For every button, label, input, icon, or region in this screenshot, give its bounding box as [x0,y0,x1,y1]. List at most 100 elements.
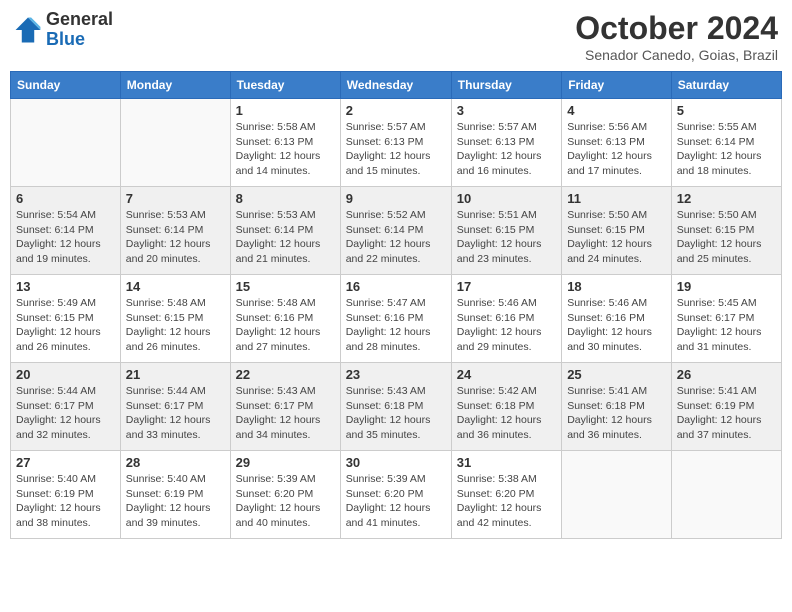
calendar-day-header: Wednesday [340,72,451,99]
calendar-day-cell: 26 Sunrise: 5:41 AMSunset: 6:19 PMDayligh… [671,363,781,451]
day-info: Sunrise: 5:41 AMSunset: 6:19 PMDaylight:… [677,384,776,443]
calendar-day-cell: 1Sunrise: 5:58 AMSunset: 6:13 PMDaylight… [230,99,340,187]
calendar-day-cell: 3 Sunrise: 5:57 AMSunset: 6:13 PMDaylight… [451,99,561,187]
day-info: Sunrise: 5:47 AMSunset: 6:16 PMDaylight:… [346,296,446,355]
day-number: 14 [126,279,225,294]
day-number: 3 [457,103,556,118]
calendar-day-cell: 17Sunrise: 5:46 AMSunset: 6:16 PMDayligh… [451,275,561,363]
calendar-day-cell: 12 Sunrise: 5:50 AMSunset: 6:15 PMDayligh… [671,187,781,275]
calendar-day-cell [120,99,230,187]
calendar-day-cell: 8Sunrise: 5:53 AMSunset: 6:14 PMDaylight… [230,187,340,275]
day-number: 20 [16,367,115,382]
calendar-day-cell: 25 Sunrise: 5:41 AMSunset: 6:18 PMDayligh… [562,363,672,451]
calendar-day-header: Tuesday [230,72,340,99]
calendar-day-cell: 13Sunrise: 5:49 AMSunset: 6:15 PMDayligh… [11,275,121,363]
calendar-day-cell [562,451,672,539]
day-number: 15 [236,279,335,294]
day-info: Sunrise: 5:42 AMSunset: 6:18 PMDaylight:… [457,384,556,443]
calendar-day-cell: 5 Sunrise: 5:55 AMSunset: 6:14 PMDaylight… [671,99,781,187]
calendar-day-cell: 31Sunrise: 5:38 AMSunset: 6:20 PMDayligh… [451,451,561,539]
calendar-day-cell: 14 Sunrise: 5:48 AMSunset: 6:15 PMDayligh… [120,275,230,363]
calendar-day-cell: 24 Sunrise: 5:42 AMSunset: 6:18 PMDayligh… [451,363,561,451]
day-info: Sunrise: 5:53 AMSunset: 6:14 PMDaylight:… [236,208,335,267]
calendar-day-cell [11,99,121,187]
day-number: 19 [677,279,776,294]
title-block: October 2024 Senador Canedo, Goias, Braz… [575,10,778,63]
logo: General Blue [14,10,113,50]
calendar-day-cell: 7 Sunrise: 5:53 AMSunset: 6:14 PMDaylight… [120,187,230,275]
day-info: Sunrise: 5:48 AMSunset: 6:16 PMDaylight:… [236,296,335,355]
calendar-day-cell: 27Sunrise: 5:40 AMSunset: 6:19 PMDayligh… [11,451,121,539]
calendar-day-cell: 21 Sunrise: 5:44 AMSunset: 6:17 PMDayligh… [120,363,230,451]
day-number: 10 [457,191,556,206]
day-number: 2 [346,103,446,118]
day-info: Sunrise: 5:50 AMSunset: 6:15 PMDaylight:… [567,208,666,267]
day-info: Sunrise: 5:39 AMSunset: 6:20 PMDaylight:… [346,472,446,531]
calendar-day-cell: 19 Sunrise: 5:45 AMSunset: 6:17 PMDayligh… [671,275,781,363]
day-info: Sunrise: 5:50 AMSunset: 6:15 PMDaylight:… [677,208,776,267]
calendar-week-row: 13Sunrise: 5:49 AMSunset: 6:15 PMDayligh… [11,275,782,363]
calendar-table: SundayMondayTuesdayWednesdayThursdayFrid… [10,71,782,539]
calendar-day-cell: 10 Sunrise: 5:51 AMSunset: 6:15 PMDayligh… [451,187,561,275]
day-info: Sunrise: 5:48 AMSunset: 6:15 PMDaylight:… [126,296,225,355]
day-number: 29 [236,455,335,470]
calendar-week-row: 6 Sunrise: 5:54 AMSunset: 6:14 PMDaylight… [11,187,782,275]
day-info: Sunrise: 5:44 AMSunset: 6:17 PMDaylight:… [126,384,225,443]
day-number: 21 [126,367,225,382]
calendar-day-cell: 30 Sunrise: 5:39 AMSunset: 6:20 PMDayligh… [340,451,451,539]
day-number: 6 [16,191,115,206]
calendar-day-header: Thursday [451,72,561,99]
day-number: 31 [457,455,556,470]
day-number: 16 [346,279,446,294]
day-info: Sunrise: 5:44 AMSunset: 6:17 PMDaylight:… [16,384,115,443]
calendar-day-cell: 16 Sunrise: 5:47 AMSunset: 6:16 PMDayligh… [340,275,451,363]
calendar-day-header: Friday [562,72,672,99]
day-info: Sunrise: 5:46 AMSunset: 6:16 PMDaylight:… [567,296,666,355]
day-number: 26 [677,367,776,382]
calendar-day-cell: 22 Sunrise: 5:43 AMSunset: 6:17 PMDayligh… [230,363,340,451]
month-title: October 2024 [575,10,778,47]
day-number: 12 [677,191,776,206]
day-number: 30 [346,455,446,470]
logo-general-text: General [46,9,113,29]
day-number: 24 [457,367,556,382]
calendar-day-cell: 23 Sunrise: 5:43 AMSunset: 6:18 PMDayligh… [340,363,451,451]
day-info: Sunrise: 5:55 AMSunset: 6:14 PMDaylight:… [677,120,776,179]
calendar-day-cell: 11 Sunrise: 5:50 AMSunset: 6:15 PMDayligh… [562,187,672,275]
calendar-body: 1Sunrise: 5:58 AMSunset: 6:13 PMDaylight… [11,99,782,539]
day-info: Sunrise: 5:45 AMSunset: 6:17 PMDaylight:… [677,296,776,355]
day-info: Sunrise: 5:51 AMSunset: 6:15 PMDaylight:… [457,208,556,267]
calendar-day-cell: 28Sunrise: 5:40 AMSunset: 6:19 PMDayligh… [120,451,230,539]
calendar-day-cell: 4Sunrise: 5:56 AMSunset: 6:13 PMDaylight… [562,99,672,187]
day-number: 11 [567,191,666,206]
day-number: 27 [16,455,115,470]
day-number: 28 [126,455,225,470]
day-number: 23 [346,367,446,382]
day-info: Sunrise: 5:39 AMSunset: 6:20 PMDaylight:… [236,472,335,531]
day-info: Sunrise: 5:46 AMSunset: 6:16 PMDaylight:… [457,296,556,355]
day-number: 25 [567,367,666,382]
day-number: 5 [677,103,776,118]
day-info: Sunrise: 5:53 AMSunset: 6:14 PMDaylight:… [126,208,225,267]
day-info: Sunrise: 5:43 AMSunset: 6:18 PMDaylight:… [346,384,446,443]
day-info: Sunrise: 5:43 AMSunset: 6:17 PMDaylight:… [236,384,335,443]
calendar-week-row: 1Sunrise: 5:58 AMSunset: 6:13 PMDaylight… [11,99,782,187]
day-number: 4 [567,103,666,118]
day-number: 22 [236,367,335,382]
day-info: Sunrise: 5:54 AMSunset: 6:14 PMDaylight:… [16,208,115,267]
logo-blue-text: Blue [46,29,85,49]
day-number: 18 [567,279,666,294]
logo-icon [14,16,42,44]
day-info: Sunrise: 5:57 AMSunset: 6:13 PMDaylight:… [457,120,556,179]
day-info: Sunrise: 5:41 AMSunset: 6:18 PMDaylight:… [567,384,666,443]
day-number: 1 [236,103,335,118]
calendar-day-header: Monday [120,72,230,99]
day-number: 13 [16,279,115,294]
calendar-day-cell: 15 Sunrise: 5:48 AMSunset: 6:16 PMDayligh… [230,275,340,363]
calendar-day-cell: 6 Sunrise: 5:54 AMSunset: 6:14 PMDaylight… [11,187,121,275]
day-info: Sunrise: 5:52 AMSunset: 6:14 PMDaylight:… [346,208,446,267]
day-info: Sunrise: 5:57 AMSunset: 6:13 PMDaylight:… [346,120,446,179]
calendar-day-cell: 2 Sunrise: 5:57 AMSunset: 6:13 PMDaylight… [340,99,451,187]
calendar-week-row: 27Sunrise: 5:40 AMSunset: 6:19 PMDayligh… [11,451,782,539]
day-number: 7 [126,191,225,206]
